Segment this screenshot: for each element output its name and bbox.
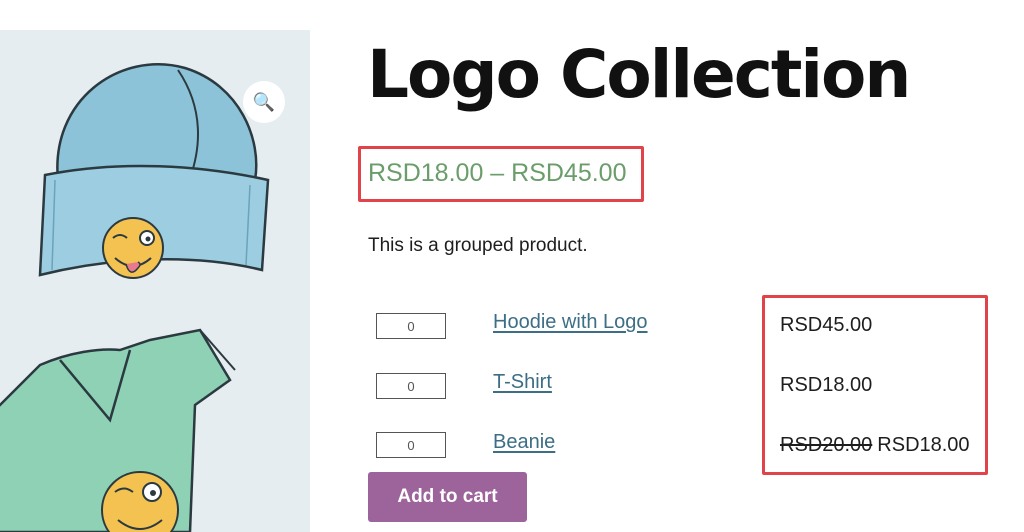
product-link-hoodie-with-logo[interactable]: Hoodie with Logo <box>493 311 648 334</box>
quantity-input[interactable] <box>376 313 446 339</box>
quantity-input[interactable] <box>376 373 446 399</box>
zoom-button[interactable]: 🔍 <box>243 81 285 123</box>
product-short-description: This is a grouped product. <box>368 235 588 256</box>
product-title: Logo Collection <box>367 36 911 113</box>
magnifier-icon: 🔍 <box>252 92 276 112</box>
product-gallery[interactable]: 🔍 <box>0 30 310 532</box>
product-link-t-shirt[interactable]: T-Shirt <box>493 371 552 394</box>
highlight-box <box>762 295 988 475</box>
quantity-input[interactable] <box>376 432 446 458</box>
product-link-beanie[interactable]: Beanie <box>493 431 555 454</box>
price-range: RSD18.00 – RSD45.00 <box>368 159 627 187</box>
add-to-cart-button[interactable]: Add to cart <box>368 472 527 522</box>
